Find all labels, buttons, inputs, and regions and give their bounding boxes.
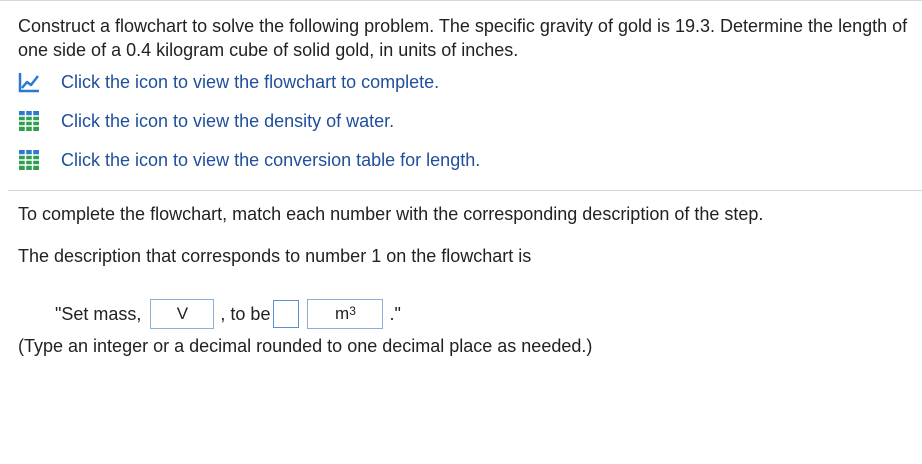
problem-statement: Construct a flowchart to solve the follo… (18, 16, 908, 60)
chart-icon[interactable] (18, 71, 40, 93)
hint-text: (Type an integer or a decimal rounded to… (18, 336, 593, 356)
answer-middle-text: , to be (220, 303, 271, 324)
answer-prefix: "Set mass, (55, 303, 142, 324)
table-icon[interactable] (18, 110, 40, 132)
variable-select[interactable]: V (150, 299, 215, 329)
table-icon[interactable] (18, 149, 40, 171)
resource-density-label[interactable]: Click the icon to view the density of wa… (61, 111, 394, 132)
resource-conversion-link[interactable]: Click the icon to view the conversion ta… (18, 148, 480, 172)
unit-base: m (335, 304, 350, 323)
answer-suffix: ." (389, 303, 401, 324)
unit-exponent: 3 (349, 304, 356, 318)
question-text: The description that corresponds to numb… (18, 246, 532, 266)
unit-select[interactable]: m3 (307, 299, 384, 329)
resource-flowchart-link[interactable]: Click the icon to view the flowchart to … (18, 70, 439, 94)
resource-conversion-label[interactable]: Click the icon to view the conversion ta… (61, 150, 480, 171)
section-divider (8, 190, 922, 191)
variable-select-value: V (176, 304, 189, 323)
answer-row: "Set mass, V , to be m3 ." (55, 298, 401, 330)
instruction-text: To complete the flowchart, match each nu… (18, 204, 764, 224)
resource-flowchart-label[interactable]: Click the icon to view the flowchart to … (61, 72, 439, 93)
value-input[interactable] (273, 300, 300, 328)
top-divider (0, 0, 922, 1)
resource-density-link[interactable]: Click the icon to view the density of wa… (18, 109, 394, 133)
